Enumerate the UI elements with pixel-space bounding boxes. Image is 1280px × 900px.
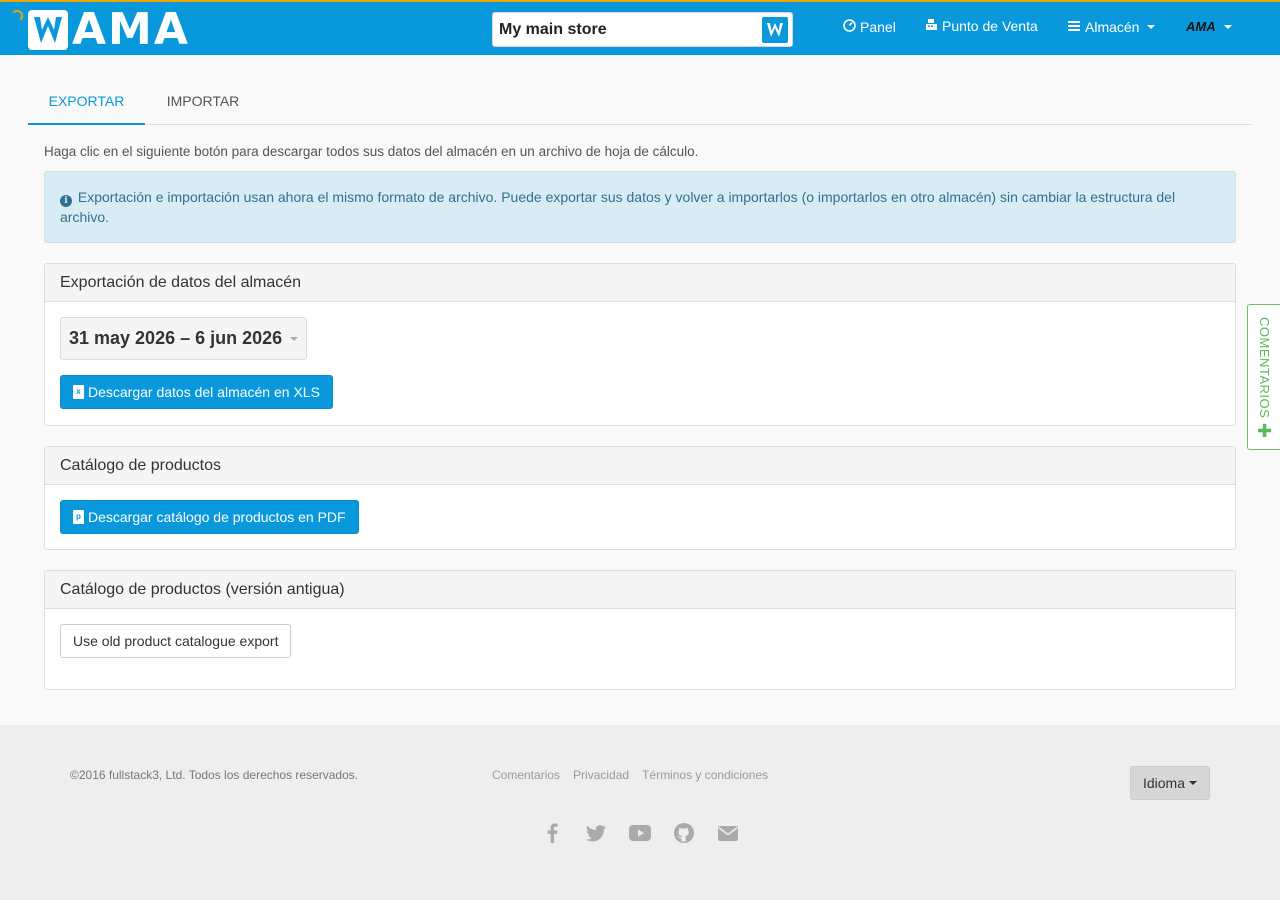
date-range-picker[interactable]: 31 may 2026 – 6 jun 2026 [60,317,308,360]
github-icon[interactable] [672,822,696,844]
info-alert: i Exportación e importación usan ahora e… [44,171,1236,243]
dashboard-icon [843,19,856,35]
download-pdf-label: Descargar catálogo de productos en PDF [88,509,346,525]
chevron-down-icon [1189,781,1198,785]
facebook-icon[interactable] [540,822,564,844]
export-import-tabs: EXPORTAR IMPORTAR [28,78,1252,125]
tab-exportar[interactable]: EXPORTAR [28,78,145,125]
nav-panel[interactable]: Panel [843,19,896,35]
nav-almacen-label: Almacén [1085,19,1140,35]
footer-link-terminos[interactable]: Términos y condiciones [642,768,768,782]
social-links [540,822,740,844]
intro-text: Haga clic en el siguiente botón para des… [44,144,699,159]
nav-punto-de-venta-label: Punto de Venta [942,18,1038,34]
store-name: My main store [499,20,607,38]
wama-logo[interactable]: AMA [28,8,190,52]
store-selector[interactable]: My main store [492,12,793,47]
copyright-text: ©2016 fullstack3, Ltd. Todos los derecho… [70,768,359,782]
chevron-down-icon [1223,24,1232,29]
download-xls-label: Descargar datos del almacén en XLS [88,384,320,400]
info-icon: i [60,195,72,207]
date-range-value: 31 may 2026 – 6 jun 2026 [69,328,283,348]
logo-text: AMA [72,4,190,55]
alert-text: Exportación e importación usan ahora el … [60,189,1176,225]
feedback-tab[interactable]: COMENTARIOS ✚ [1247,304,1280,450]
loading-spinner-icon [11,10,23,22]
nav-almacen-dropdown[interactable]: Almacén [1068,19,1156,35]
footer-links: Comentarios Privacidad Términos y condic… [492,768,768,782]
panel-title: Exportación de datos del almacén [45,264,1235,302]
language-label: Idioma [1142,775,1186,791]
download-pdf-button[interactable]: p Descargar catálogo de productos en PDF [60,500,359,534]
download-xls-button[interactable]: x Descargar datos del almacén en XLS [60,375,333,409]
store-switch-button[interactable] [762,16,788,43]
youtube-icon[interactable] [628,822,652,844]
wama-w-icon [767,22,783,37]
chevron-down-icon [290,336,299,341]
plus-icon: ✚ [1257,421,1273,441]
feedback-label: COMENTARIOS [1257,317,1272,419]
file-pdf-icon: p [73,510,84,524]
footer-link-privacidad[interactable]: Privacidad [573,768,629,782]
twitter-icon[interactable] [584,822,608,844]
cash-register-icon [925,18,938,34]
page-footer: ©2016 fullstack3, Ltd. Todos los derecho… [0,725,1280,900]
nav-panel-label: Panel [860,19,896,35]
product-catalog-panel: Catálogo de productos p Descargar catálo… [44,446,1236,550]
nav-punto-de-venta[interactable]: Punto de Venta [925,18,1038,34]
old-catalog-panel: Catálogo de productos (versión antigua) … [44,570,1236,690]
envelope-icon[interactable] [716,822,740,844]
panel-title: Catálogo de productos (versión antigua) [45,571,1235,609]
logo-w-icon [28,10,68,50]
export-data-panel: Exportación de datos del almacén 31 may … [44,263,1236,426]
top-navbar: AMA My main store Panel Punto de Venta A… [0,0,1280,55]
tab-importar[interactable]: IMPORTAR [145,78,261,124]
file-excel-icon: x [73,385,84,399]
old-catalog-export-button[interactable]: Use old product catalogue export [60,624,292,658]
panel-title: Catálogo de productos [45,447,1235,485]
bars-icon [1068,19,1081,35]
user-logo: AMA [1186,19,1216,34]
footer-link-comentarios[interactable]: Comentarios [492,768,560,782]
user-menu-dropdown[interactable]: AMA [1186,19,1232,34]
chevron-down-icon [1147,25,1156,29]
language-dropdown[interactable]: Idioma [1130,766,1210,800]
